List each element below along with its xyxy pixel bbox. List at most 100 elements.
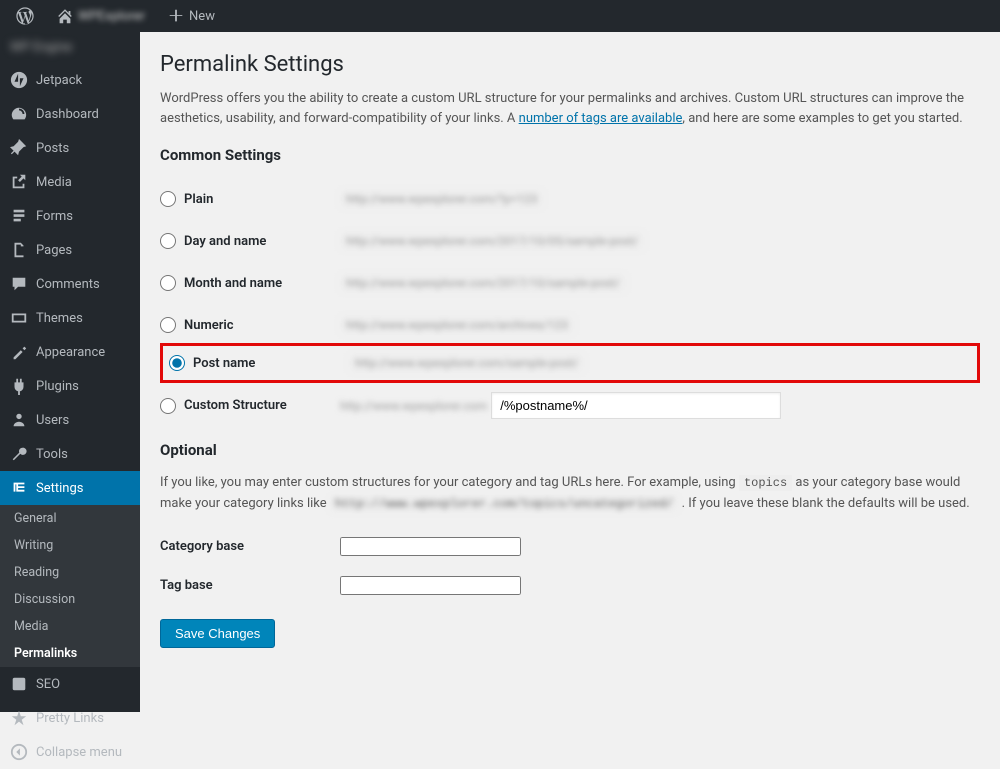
category-base-row: Category base: [160, 527, 980, 566]
dashboard-icon: [10, 105, 28, 123]
sub-discussion[interactable]: Discussion: [0, 586, 140, 613]
sub-writing[interactable]: Writing: [0, 532, 140, 559]
sub-reading[interactable]: Reading: [0, 559, 140, 586]
option-plain: Plain http://www.wpexplorer.com/?p=123: [160, 178, 980, 220]
menu-users[interactable]: Users: [0, 403, 140, 437]
category-base-input[interactable]: [340, 537, 521, 556]
menu-label: Tools: [36, 447, 68, 462]
home-icon: [56, 7, 74, 25]
radio-monthname[interactable]: [160, 275, 176, 291]
radio-postname[interactable]: [169, 355, 185, 371]
option-label: Numeric: [184, 318, 234, 333]
option-label: Post name: [193, 356, 255, 371]
sub-general[interactable]: General: [0, 505, 140, 532]
menu-tools[interactable]: Tools: [0, 437, 140, 471]
menu-themes[interactable]: Themes: [0, 301, 140, 335]
menu-label: Appearance: [36, 345, 105, 360]
sub-media[interactable]: Media: [0, 613, 140, 640]
menu-label: Plugins: [36, 379, 79, 394]
menu-label: Comments: [36, 277, 100, 292]
menu-label: Posts: [36, 141, 69, 156]
menu-jetpack[interactable]: Jetpack: [0, 63, 140, 97]
menu-pages[interactable]: Pages: [0, 233, 140, 267]
menu-label: Settings: [36, 481, 83, 496]
option-postname: Post name http://www.wpexplorer.com/samp…: [160, 343, 980, 383]
example-url: http://www.wpexplorer.com/2017/10/05/sam…: [340, 232, 644, 250]
menu-appearance[interactable]: Appearance: [0, 335, 140, 369]
option-numeric: Numeric http://www.wpexplorer.com/archiv…: [160, 304, 980, 346]
common-settings-heading: Common Settings: [160, 146, 980, 164]
custom-structure-input[interactable]: [491, 392, 781, 419]
menu-label: Pages: [36, 243, 72, 258]
settings-icon: [10, 479, 28, 497]
menu-label: Forms: [36, 209, 73, 224]
site-home[interactable]: WPExplorer: [48, 7, 153, 25]
radio-custom[interactable]: [160, 398, 176, 414]
menu-prettylinks[interactable]: Pretty Links: [0, 701, 140, 735]
new-content[interactable]: New: [159, 7, 223, 25]
tags-available-link[interactable]: number of tags are available: [519, 111, 683, 126]
menu-comments[interactable]: Comments: [0, 267, 140, 301]
opt-text-1: If you like, you may enter custom struct…: [160, 475, 739, 490]
intro-post: , and here are some examples to get you …: [682, 111, 962, 126]
sub-permalinks[interactable]: Permalinks: [0, 640, 140, 667]
option-label: Month and name: [184, 276, 282, 291]
custom-prefix: http://www.wpexplorer.com: [340, 399, 487, 413]
comments-icon: [10, 275, 28, 293]
option-dayname: Day and name http://www.wpexplorer.com/2…: [160, 220, 980, 262]
menu-media[interactable]: Media: [0, 165, 140, 199]
menu-dashboard[interactable]: Dashboard: [0, 97, 140, 131]
topics-code: topics: [739, 475, 792, 491]
option-monthname: Month and name http://www.wpexplorer.com…: [160, 262, 980, 304]
menu-posts[interactable]: Posts: [0, 131, 140, 165]
wordpress-icon: [16, 7, 34, 25]
new-label: New: [189, 9, 215, 24]
admin-bar: WPExplorer New: [0, 0, 1000, 32]
tools-icon: [10, 445, 28, 463]
option-custom: Custom Structure http://www.wpexplorer.c…: [160, 380, 980, 431]
radio-dayname[interactable]: [160, 233, 176, 249]
appearance-icon: [10, 343, 28, 361]
example-category-link: http://www.wpexplorer.com/topics/uncateg…: [330, 496, 678, 512]
tag-base-label: Tag base: [160, 578, 340, 593]
radio-numeric[interactable]: [160, 317, 176, 333]
save-button[interactable]: Save Changes: [160, 619, 275, 648]
optional-description: If you like, you may enter custom struct…: [160, 473, 980, 515]
option-label: Plain: [184, 192, 213, 207]
menu-label: Themes: [36, 311, 83, 326]
jetpack-icon: [10, 71, 28, 89]
collapse-menu[interactable]: Collapse menu: [0, 735, 140, 769]
tag-base-row: Tag base: [160, 566, 980, 605]
menu-seo[interactable]: SEO: [0, 667, 140, 701]
tag-base-input[interactable]: [340, 576, 521, 595]
menu-label: Users: [36, 413, 69, 428]
pin-icon: [10, 139, 28, 157]
example-url: http://www.wpexplorer.com/?p=123: [340, 190, 543, 208]
settings-submenu: General Writing Reading Discussion Media…: [0, 505, 140, 667]
collapse-label: Collapse menu: [36, 745, 122, 760]
wp-logo[interactable]: [8, 7, 42, 25]
example-url: http://www.wpexplorer.com/sample-post/: [349, 354, 584, 372]
sidebar-site-name: WP Engine: [0, 32, 140, 63]
menu-plugins[interactable]: Plugins: [0, 369, 140, 403]
menu-label: Dashboard: [36, 107, 99, 122]
option-label: Custom Structure: [184, 398, 287, 413]
users-icon: [10, 411, 28, 429]
menu-forms[interactable]: Forms: [0, 199, 140, 233]
optional-heading: Optional: [160, 441, 980, 459]
radio-plain[interactable]: [160, 191, 176, 207]
example-url: http://www.wpexplorer.com/2017/10/sample…: [340, 274, 626, 292]
plus-icon: [167, 7, 185, 25]
collapse-icon: [10, 743, 28, 761]
option-label: Day and name: [184, 234, 266, 249]
forms-icon: [10, 207, 28, 225]
main-content: Permalink Settings WordPress offers you …: [140, 32, 1000, 712]
page-title: Permalink Settings: [160, 52, 980, 77]
menu-settings[interactable]: Settings: [0, 471, 140, 505]
menu-label: Pretty Links: [36, 711, 104, 726]
example-url: http://www.wpexplorer.com/archives/123: [340, 316, 574, 334]
menu-label: Media: [36, 175, 72, 190]
themes-icon: [10, 309, 28, 327]
opt-text-3: . If you leave these blank the defaults …: [678, 496, 969, 511]
category-base-label: Category base: [160, 539, 340, 554]
